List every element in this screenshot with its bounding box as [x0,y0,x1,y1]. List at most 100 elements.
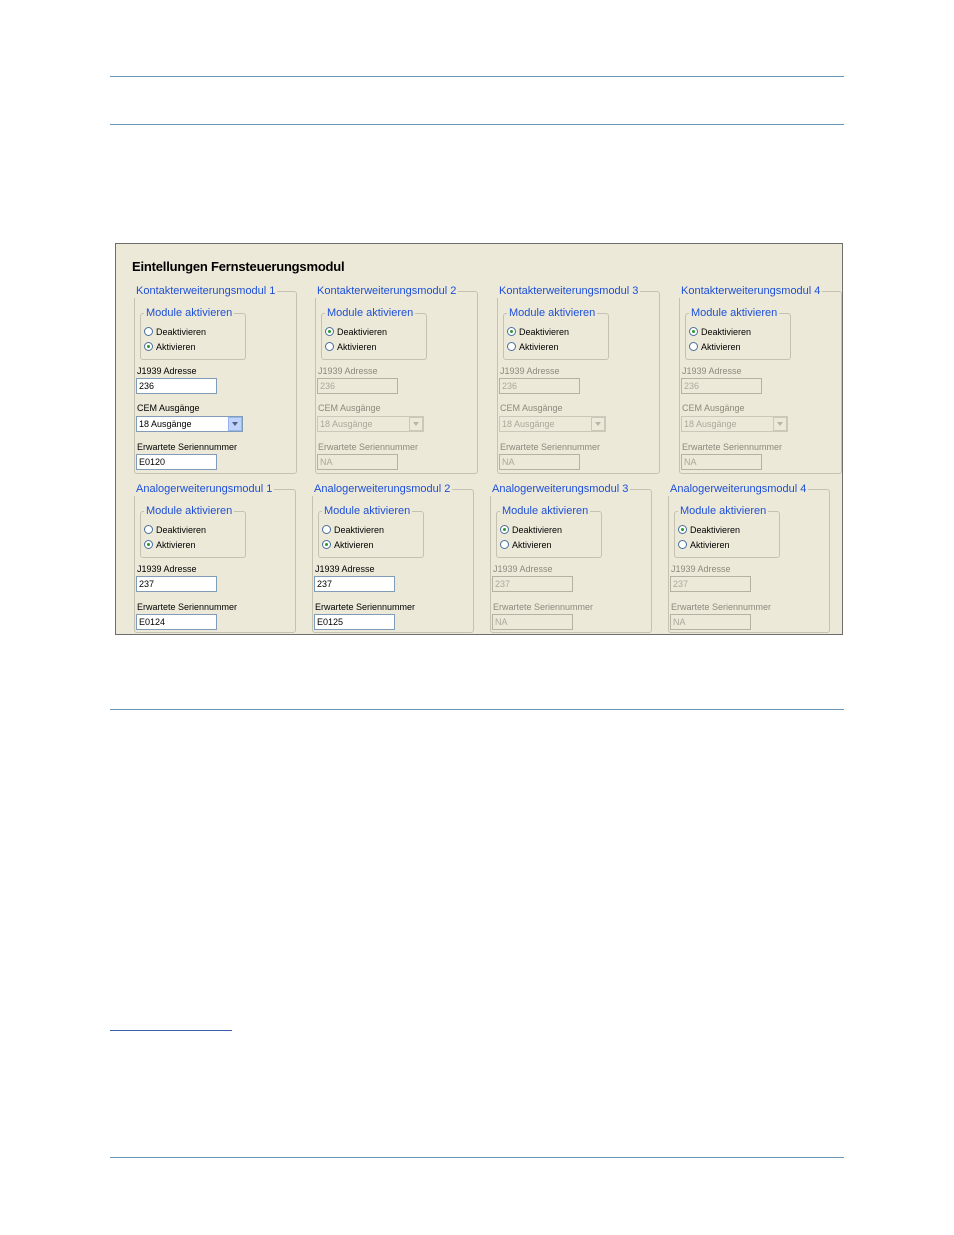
contact-module-1-outputs-value: 18 Ausgänge [139,419,192,429]
analog-module-1-deactivate-radio-button[interactable] [144,525,153,534]
analog-module-2-activate-radio[interactable]: Aktivieren [322,538,374,551]
contact-module-1-deactivate-radio-button[interactable] [144,327,153,336]
analog-module-1-serial-input[interactable]: E0124 [136,614,217,630]
contact-module-3-group: Kontakterweiterungsmodul 3 Module aktivi… [497,285,660,474]
analog-module-3-group: Analogerweiterungsmodul 3 Module aktivie… [490,483,652,633]
analog-module-2-deactivate-radio[interactable]: Deaktivieren [322,523,384,536]
contact-module-3-deactivate-radio-button[interactable] [507,327,516,336]
analog-module-3-title: Analogerweiterungsmodul 3 [490,483,631,496]
contact-module-3-address-input[interactable]: 236 [499,378,580,394]
analog-module-3-activate-radio[interactable]: Aktivieren [500,538,552,551]
analog-module-2-serial-input[interactable]: E0125 [314,614,395,630]
contact-module-3-deactivate-radio[interactable]: Deaktivieren [507,325,569,338]
chevron-down-icon[interactable] [409,417,423,431]
contact-module-4-serial-input[interactable]: NA [681,454,762,470]
analog-module-3-activate-group: Module aktivieren Deaktivieren Aktiviere… [496,505,602,558]
contact-module-4-address-label: J1939 Adresse [682,366,742,376]
contact-module-2-outputs-select[interactable]: 18 Ausgänge [317,416,424,432]
analog-module-3-deactivate-radio[interactable]: Deaktivieren [500,523,562,536]
analog-module-2-deactivate-radio-button[interactable] [322,525,331,534]
contact-module-2-activate-radio[interactable]: Aktivieren [325,340,377,353]
analog-module-4-title: Analogerweiterungsmodul 4 [668,483,809,496]
chevron-down-icon[interactable] [773,417,787,431]
footnote-link-line[interactable] [110,1030,232,1031]
contact-module-2-serial-input[interactable]: NA [317,454,398,470]
contact-module-3-activate-radio-label: Aktivieren [519,341,559,352]
chevron-down-icon[interactable] [591,417,605,431]
contact-module-4-activate-radio-button[interactable] [689,342,698,351]
analog-module-4-deactivate-radio[interactable]: Deaktivieren [678,523,740,536]
contact-module-4-outputs-label: CEM Ausgänge [682,403,745,413]
contact-module-2-address-input[interactable]: 236 [317,378,398,394]
analog-module-1-activate-radio-label: Aktivieren [156,539,196,550]
contact-module-4-deactivate-radio-button[interactable] [689,327,698,336]
analog-module-3-serial-label: Erwartete Seriennummer [493,602,594,612]
contact-module-2-deactivate-radio-label: Deaktivieren [337,326,388,337]
contact-module-3-activate-radio[interactable]: Aktivieren [507,340,559,353]
contact-module-4-title: Kontakterweiterungsmodul 4 [679,285,823,298]
analog-module-2-title: Analogerweiterungsmodul 2 [312,483,453,496]
analog-module-3-deactivate-radio-label: Deaktivieren [512,524,563,535]
contact-module-4-activate-radio[interactable]: Aktivieren [689,340,741,353]
contact-module-3-address-label: J1939 Adresse [500,366,560,376]
contact-module-1-deactivate-radio-label: Deaktivieren [156,326,207,337]
header-rule-bottom [110,124,844,125]
contact-module-1-activate-radio-button[interactable] [144,342,153,351]
analog-module-2-group: Analogerweiterungsmodul 2 Module aktivie… [312,483,474,633]
analog-module-3-activate-radio-button[interactable] [500,540,509,549]
analog-module-2-activate-radio-button[interactable] [322,540,331,549]
contact-module-2-address-label: J1939 Adresse [318,366,378,376]
contact-module-1-address-label: J1939 Adresse [137,366,197,376]
analog-module-3-serial-input[interactable]: NA [492,614,573,630]
contact-module-2-deactivate-radio[interactable]: Deaktivieren [325,325,387,338]
contact-module-3-activate-radio-button[interactable] [507,342,516,351]
analog-module-3-address-label: J1939 Adresse [493,564,553,574]
contact-module-2-title: Kontakterweiterungsmodul 2 [315,285,459,298]
contact-module-3-outputs-select[interactable]: 18 Ausgänge [499,416,606,432]
contact-module-1-serial-input[interactable]: E0120 [136,454,217,470]
analog-module-1-address-input[interactable]: 237 [136,576,217,592]
analog-module-4-activate-radio-button[interactable] [678,540,687,549]
contact-module-1-activate-radio[interactable]: Aktivieren [144,340,196,353]
analog-module-4-serial-input[interactable]: NA [670,614,751,630]
contact-module-3-serial-input[interactable]: NA [499,454,580,470]
header-rule-top [110,76,844,77]
contact-module-1-title: Kontakterweiterungsmodul 1 [134,285,278,298]
contact-module-4-activate-group: Module aktivieren Deaktivieren Aktiviere… [685,307,791,360]
analog-module-3-address-input[interactable]: 237 [492,576,573,592]
contact-module-2-activate-radio-label: Aktivieren [337,341,377,352]
analog-module-4-activate-radio[interactable]: Aktivieren [678,538,730,551]
panel-title: Eintellungen Fernsteuerungsmodul [132,259,345,274]
analog-module-1-address-label: J1939 Adresse [137,564,197,574]
analog-module-2-activate-group: Module aktivieren Deaktivieren Aktiviere… [318,505,424,558]
analog-module-2-serial-label: Erwartete Seriennummer [315,602,416,612]
analog-module-2-deactivate-radio-label: Deaktivieren [334,524,385,535]
analog-module-4-address-input[interactable]: 237 [670,576,751,592]
analog-module-2-activate-radio-label: Aktivieren [334,539,374,550]
contact-module-3-serial-label: Erwartete Seriennummer [500,442,601,452]
analog-module-1-serial-label: Erwartete Seriennummer [137,602,238,612]
contact-module-1-address-input[interactable]: 236 [136,378,217,394]
analog-module-2-address-input[interactable]: 237 [314,576,395,592]
contact-module-4-address-input[interactable]: 236 [681,378,762,394]
analog-module-1-activate-radio[interactable]: Aktivieren [144,538,196,551]
contact-module-2-outputs-label: CEM Ausgänge [318,403,381,413]
analog-module-1-activate-title: Module aktivieren [144,505,235,518]
contact-module-3-outputs-label: CEM Ausgänge [500,403,563,413]
analog-module-3-deactivate-radio-button[interactable] [500,525,509,534]
contact-module-4-outputs-select[interactable]: 18 Ausgänge [681,416,788,432]
contact-module-2-activate-radio-button[interactable] [325,342,334,351]
analog-module-4-activate-title: Module aktivieren [678,505,769,518]
contact-module-3-title: Kontakterweiterungsmodul 3 [497,285,641,298]
chevron-down-icon[interactable] [228,417,242,431]
analog-module-4-deactivate-radio-button[interactable] [678,525,687,534]
analog-module-1-deactivate-radio[interactable]: Deaktivieren [144,523,206,536]
contact-module-4-outputs-value: 18 Ausgänge [684,419,737,429]
analog-module-1-activate-radio-button[interactable] [144,540,153,549]
contact-module-2-activate-title: Module aktivieren [325,307,416,320]
contact-module-1-deactivate-radio[interactable]: Deaktivieren [144,325,206,338]
analog-module-3-activate-title: Module aktivieren [500,505,591,518]
contact-module-2-deactivate-radio-button[interactable] [325,327,334,336]
contact-module-4-deactivate-radio[interactable]: Deaktivieren [689,325,751,338]
contact-module-1-outputs-select[interactable]: 18 Ausgänge [136,416,243,432]
